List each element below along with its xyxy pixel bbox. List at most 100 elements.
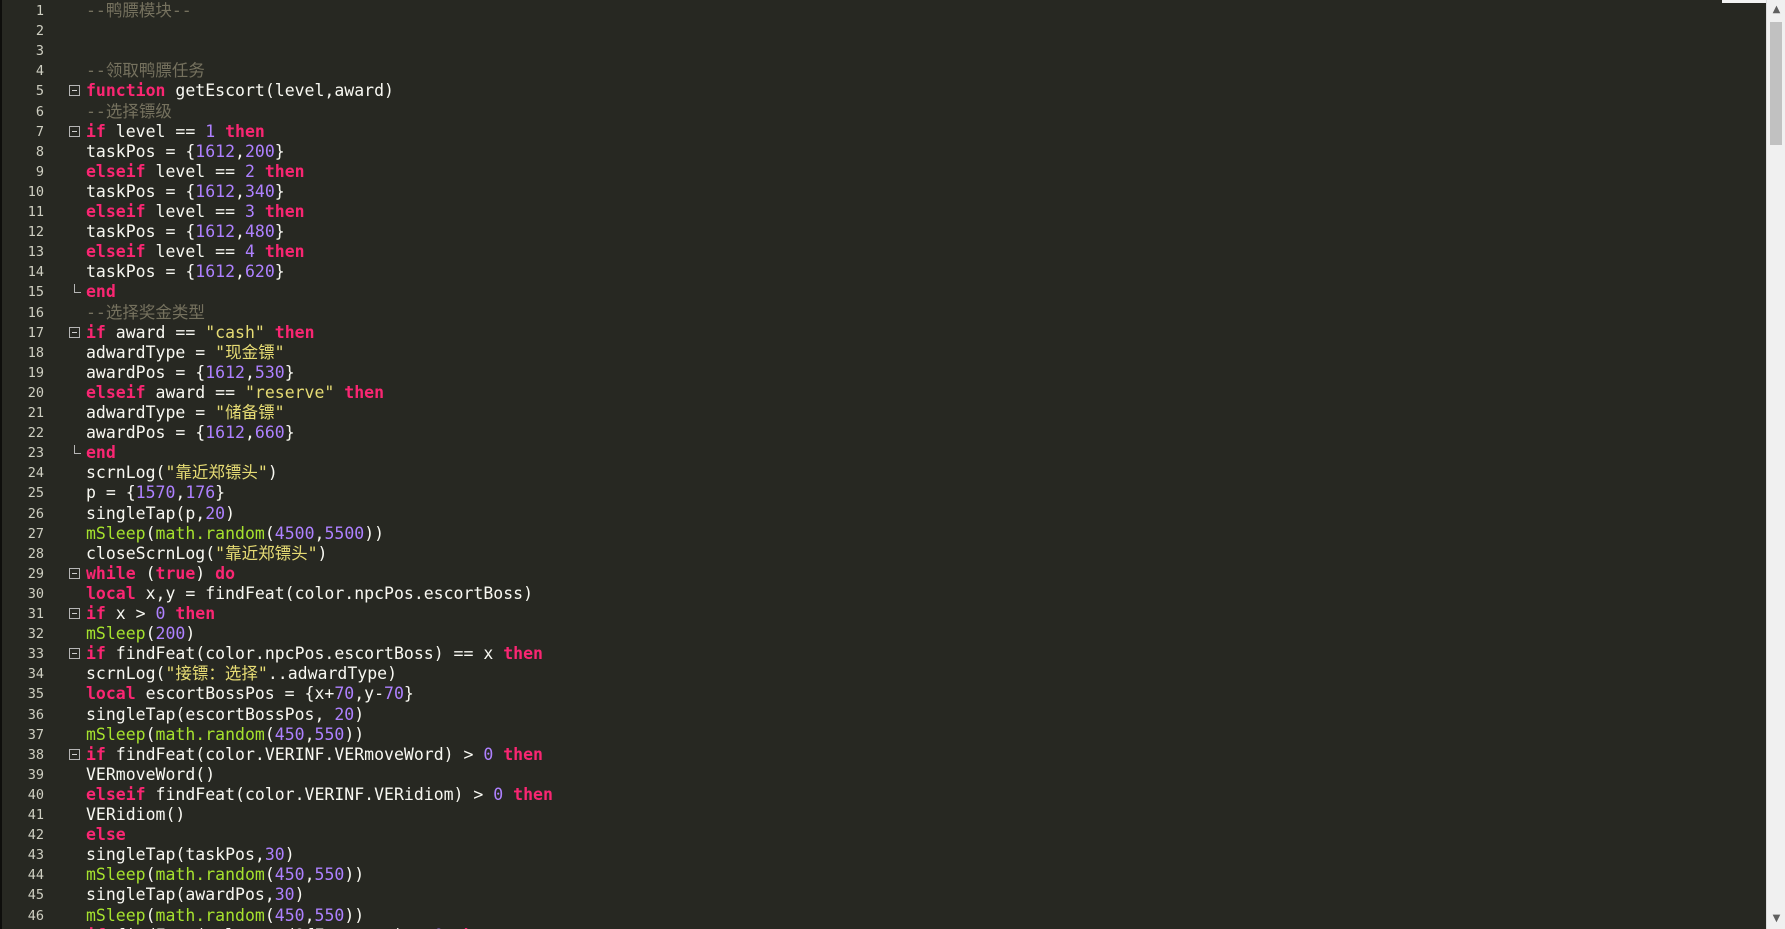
code-line[interactable]: VERmoveWord()	[86, 765, 215, 785]
code-line[interactable]: mSleep(math.random(450,550))	[86, 725, 364, 745]
code-token: else	[86, 825, 126, 845]
code-token: taskPos = {	[86, 262, 196, 282]
code-token: ,	[304, 724, 315, 744]
code-line[interactable]: --鸭膘模块--	[86, 1, 192, 21]
code-line[interactable]: singleTap(p,20)	[86, 504, 235, 524]
code-line[interactable]: elseif level == 3 then	[86, 202, 305, 222]
code-line[interactable]: taskPos = {1612,200}	[86, 142, 285, 162]
code-line[interactable]: mSleep(200)	[86, 624, 195, 644]
scroll-up-icon[interactable]: ▲	[1769, 2, 1784, 17]
fold-toggle-icon[interactable]	[69, 85, 80, 97]
code-line[interactable]: elseif level == 2 then	[86, 162, 305, 182]
code-token: mSleep	[86, 865, 146, 885]
code-line[interactable]: taskPos = {1612,480}	[86, 222, 285, 242]
code-line[interactable]: VERidiom()	[86, 805, 185, 825]
code-line[interactable]: singleTap(escortBossPos, 20)	[86, 705, 364, 725]
code-token: ..adwardType)	[267, 664, 397, 684]
code-line[interactable]: mSleep(math.random(450,550))	[86, 865, 364, 885]
code-token: then	[264, 242, 305, 262]
code-token: }	[284, 423, 295, 443]
code-line[interactable]: function getEscort(level,award)	[86, 81, 394, 101]
fold-toggle-icon[interactable]	[69, 125, 80, 137]
code-token: if	[86, 744, 106, 764]
code-line[interactable]: if level == 1 then	[86, 122, 265, 142]
code-line[interactable]: if x > 0 then	[86, 604, 215, 624]
code-line[interactable]: elseif level == 4 then	[86, 242, 305, 262]
line-number: 38	[27, 746, 44, 763]
code-token: 30	[264, 845, 285, 865]
code-line[interactable]: awardPos = {1612,660}	[86, 423, 295, 443]
code-line[interactable]: singleTap(awardPos,30)	[86, 885, 305, 905]
code-line[interactable]: local escortBossPos = {x+70,y-70}	[86, 684, 414, 704]
code-line[interactable]: if findFeat(color.npcPos.escortBoss) == …	[86, 644, 543, 664]
code-token: 1612	[195, 141, 236, 161]
line-number-gutter[interactable]: 1 2 3 4 5 6 7 8 9 10 11 12 13 14 15 16 17 18 19 20 21 22 23 24 2…	[2, 0, 86, 929]
code-token: adwardType =	[86, 403, 216, 422]
code-token: escortBossPos = {x+	[135, 684, 335, 704]
fold-toggle-icon[interactable]	[69, 326, 80, 338]
code-line[interactable]: if findFeat(color.endOfEscorter) > 0 the…	[86, 926, 493, 929]
code-token: singleTap(taskPos,	[86, 845, 265, 865]
code-token: elseif	[86, 161, 146, 181]
line-number: 45	[27, 887, 44, 904]
line-number: 27	[27, 525, 44, 542]
code-line[interactable]: taskPos = {1612,340}	[86, 182, 285, 202]
code-line[interactable]: end	[86, 282, 116, 302]
window-corner	[1722, 0, 1766, 3]
code-line[interactable]: awardPos = {1612,530}	[86, 363, 295, 383]
scrollbar-thumb[interactable]	[1770, 22, 1782, 145]
code-line[interactable]: --领取鸭膘任务	[86, 61, 205, 81]
code-line[interactable]: --选择镖级	[86, 102, 172, 122]
fold-toggle-icon[interactable]	[69, 608, 80, 619]
code-line[interactable]: scrnLog("接镖：选择"..adwardType)	[86, 664, 397, 684]
code-line[interactable]: adwardType = "储备镖"	[86, 403, 285, 423]
code-token: findFeat(color.endOfEscorter) >	[106, 926, 434, 929]
code-line[interactable]: singleTap(taskPos,30)	[86, 845, 295, 865]
scroll-down-icon[interactable]: ▼	[1769, 911, 1784, 926]
line-number: 18	[27, 344, 44, 361]
code-line[interactable]: local x,y = findFeat(color.npcPos.escort…	[86, 584, 533, 604]
code-line[interactable]: elseif findFeat(color.VERINF.VERidiom) >…	[86, 785, 553, 805]
code-line[interactable]: mSleep(math.random(4500,5500))	[86, 524, 384, 544]
code-token: end	[86, 282, 116, 302]
code-line[interactable]: scrnLog("靠近郑镖头")	[86, 463, 278, 483]
code-token: ,	[244, 362, 255, 382]
code-token: 620	[244, 262, 275, 282]
code-token: ,	[235, 141, 245, 161]
code-line[interactable]: taskPos = {1612,620}	[86, 262, 285, 282]
code-token: }	[403, 684, 414, 704]
fold-toggle-icon[interactable]	[69, 648, 80, 660]
code-line[interactable]: else	[86, 825, 126, 845]
code-token: if	[86, 926, 106, 929]
code-token: level ==	[145, 242, 245, 262]
code-token: then	[274, 322, 315, 342]
code-token: )	[267, 463, 278, 483]
code-token: 450	[274, 865, 305, 885]
code-line[interactable]: if findFeat(color.VERINF.VERmoveWord) > …	[86, 745, 543, 765]
code-line[interactable]: while (true) do	[86, 564, 235, 584]
code-line[interactable]: end	[86, 443, 116, 463]
code-area[interactable]: --鸭膘模块-- --领取鸭膘任务 function getEscort(level…	[86, 0, 1766, 929]
code-line[interactable]: elseif award == "reserve" then	[86, 383, 384, 403]
fold-toggle-icon[interactable]	[69, 748, 80, 760]
code-line[interactable]: mSleep(math.random(450,550))	[86, 906, 364, 926]
code-token: 4500	[274, 523, 315, 543]
code-line[interactable]: if award == "cash" then	[86, 323, 315, 343]
code-line[interactable]: --选择奖金类型	[86, 303, 205, 323]
vertical-scrollbar[interactable]: ▲ ▼	[1766, 0, 1785, 929]
code-token: ,	[314, 523, 325, 543]
line-number: 16	[27, 304, 44, 321]
code-token: if	[86, 604, 106, 623]
fold-toggle-icon[interactable]	[69, 567, 80, 579]
line-number: 14	[27, 264, 44, 281]
code-line[interactable]: closeScrnLog("靠近郑镖头")	[86, 544, 327, 564]
code-token: (	[264, 865, 275, 885]
code-editor[interactable]: 1 2 3 4 5 6 7 8 9 10 11 12 13 14 15 16 17 18 19 20 21 22 23 24 2…	[0, 0, 1785, 929]
code-line[interactable]: p = {1570,176}	[86, 483, 225, 503]
code-line[interactable]: adwardType = "现金镖"	[86, 343, 285, 363]
code-token: 450	[274, 724, 305, 744]
